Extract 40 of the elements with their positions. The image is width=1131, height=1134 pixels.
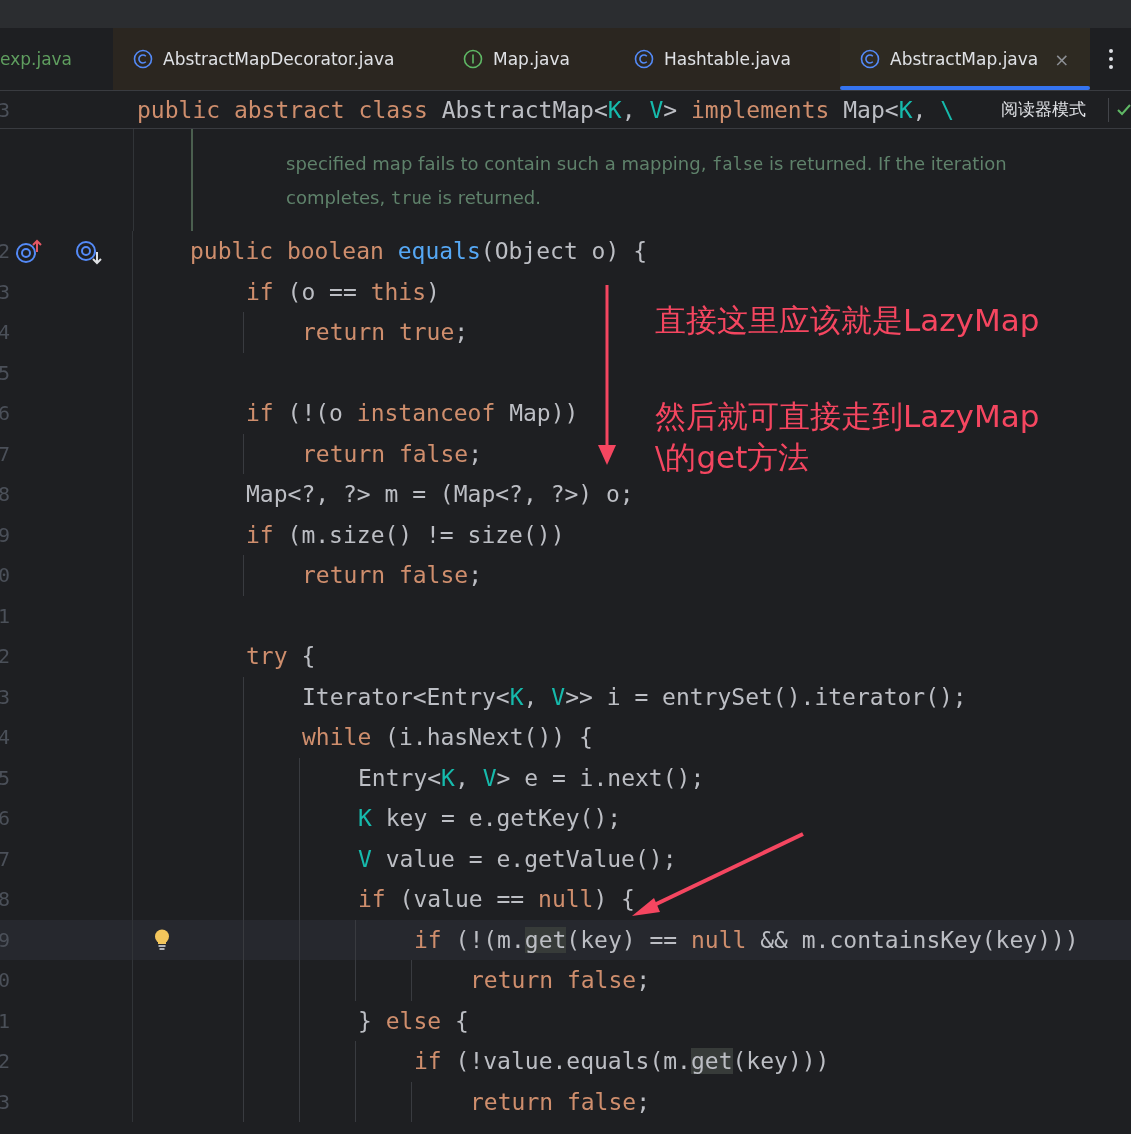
code-line: Iterator<Entry<K, V>> i = entrySet().iterator();: [302, 683, 967, 710]
code-line: return false;: [470, 967, 651, 994]
annotation-text: 直接这里应该就是LazyMap: [655, 301, 1040, 340]
close-icon[interactable]: ×: [1054, 48, 1070, 70]
file-tab[interactable]: AbstractMapDecorator.java: [113, 28, 443, 90]
class-icon: [860, 49, 880, 69]
code-line: if (!value.equals(m.get(key))): [414, 1048, 830, 1075]
code-line: K key = e.getKey();: [358, 805, 622, 832]
code-line: if (m.size() != size()): [246, 521, 565, 548]
code-line: try {: [246, 643, 316, 670]
code-line: return true;: [302, 319, 469, 346]
code-line: Map<?, ?> m = (Map<?, ?>) o;: [246, 481, 634, 508]
code-line: if (!(o instanceof Map)): [246, 400, 579, 427]
code-line: if (!(m.get(key) == null && m.containsKey(key))): [414, 926, 1079, 953]
class-icon: [634, 49, 654, 69]
class-icon: [133, 49, 153, 69]
file-tab[interactable]: AbstractMap.java ×: [840, 28, 1090, 90]
code-line: return false;: [302, 440, 483, 467]
sticky-code-line: public abstract class AbstractMap<K, V> implements Map<K, \: [137, 96, 955, 123]
annotation-text: \的get方法: [655, 438, 810, 477]
annotation-text: 然后就可直接走到LazyMap: [655, 397, 1040, 436]
implemented-down-arrow-icon[interactable]: [74, 239, 102, 265]
code-line: public boolean equals(Object o) {: [190, 238, 647, 265]
code-line: while (i.hasNext()) {: [302, 724, 593, 751]
code-line: return false;: [302, 562, 483, 589]
code-line: if (o == this): [246, 278, 440, 305]
check-icon: [1117, 103, 1131, 116]
code-line: return false;: [470, 1088, 651, 1115]
code-line: Entry<K, V> e = i.next();: [358, 764, 705, 791]
code-line: V value = e.getValue();: [358, 845, 677, 872]
interface-icon: [463, 49, 483, 69]
code-line: if (value == null) {: [358, 886, 635, 913]
overrides-up-arrow-icon[interactable]: [14, 239, 42, 265]
code-line: } else {: [358, 1007, 469, 1034]
reader-mode-button[interactable]: 阅读器模式: [989, 98, 1098, 121]
file-tab[interactable]: Hashtable.java: [614, 28, 840, 90]
doc-comment-line: specified map fails to contain such a mapping, false is returned. If the iteration: [286, 152, 1007, 176]
doc-comment-line: completes, true is returned.: [286, 186, 542, 210]
file-tab[interactable]: Map.java: [443, 28, 614, 90]
lightbulb-icon[interactable]: [153, 928, 170, 951]
